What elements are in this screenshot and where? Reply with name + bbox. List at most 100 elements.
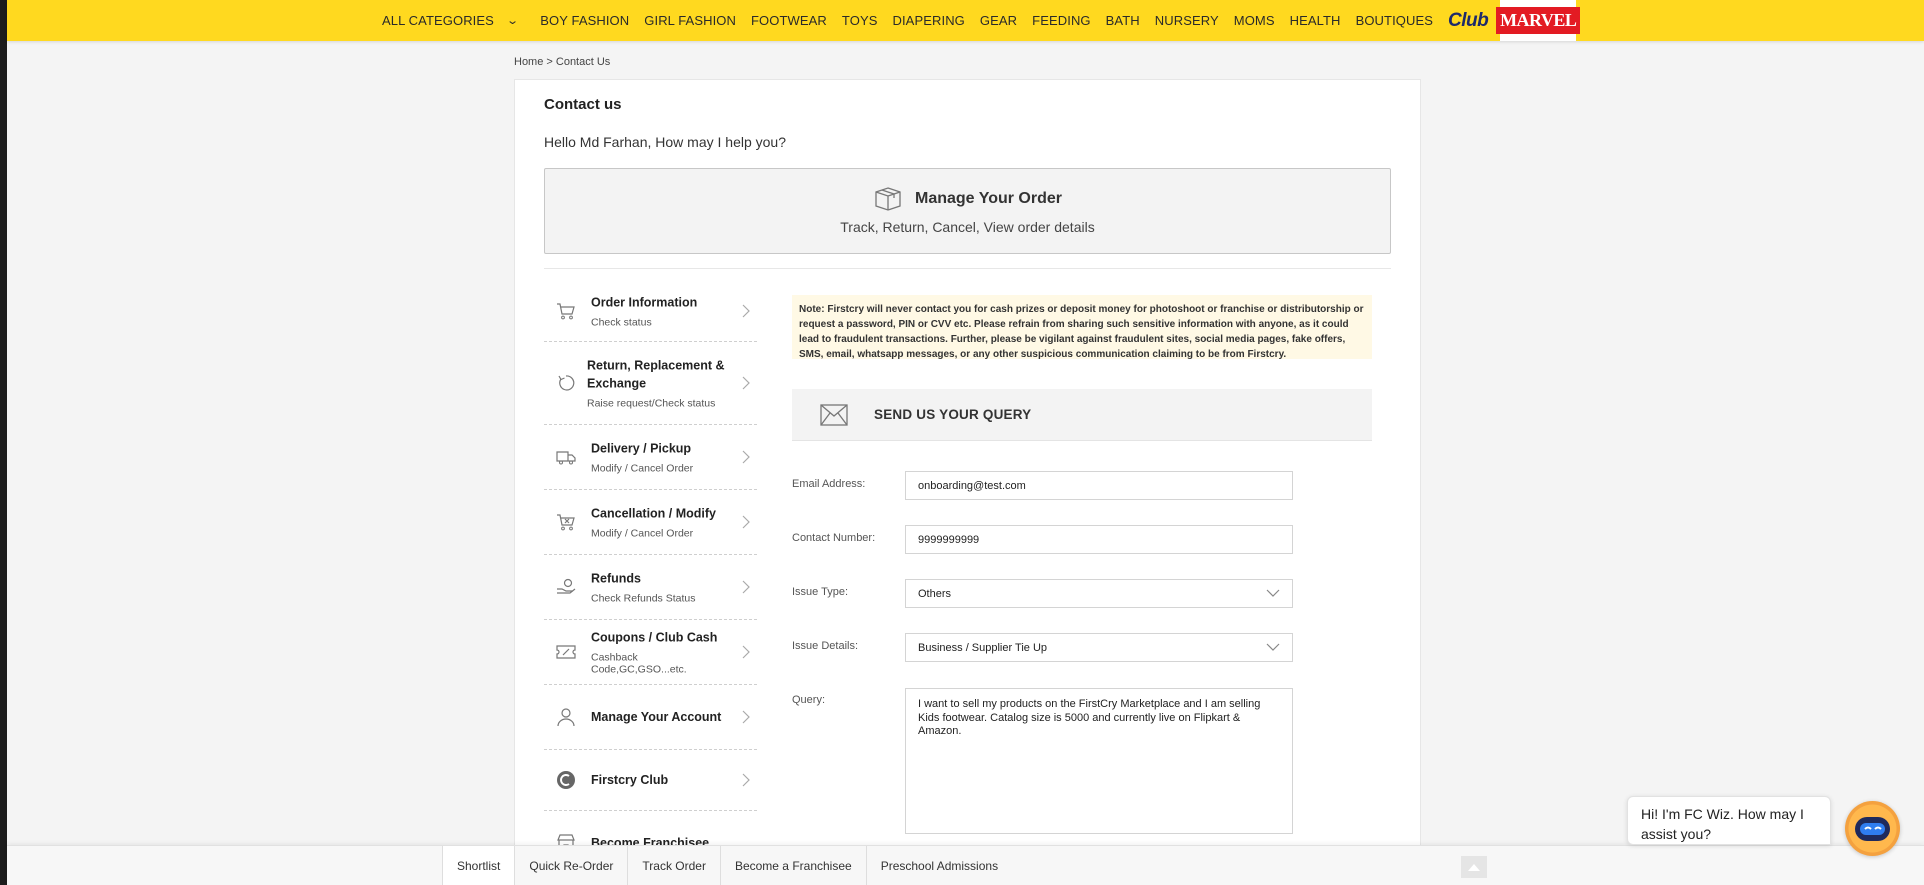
menu-item-cancellation-modify[interactable]: Cancellation / Modify Modify / Cancel Or… [544,490,757,555]
menu-item-title: Cancellation / Modify [591,506,717,521]
chevron-right-icon [742,773,750,787]
menu-item-subtitle: Check Refunds Status [591,592,696,605]
scroll-to-top-button[interactable] [1461,856,1487,878]
menu-item-return-replacement[interactable]: Return, Replacement & Exchange Raise req… [544,342,757,425]
email-value: onboarding@test.com [918,479,1026,492]
track-order-link[interactable]: Track Order [628,846,721,885]
menu-item-delivery-pickup[interactable]: Delivery / Pickup Modify / Cancel Order [544,425,757,490]
quick-reorder-link[interactable]: Quick Re-Order [515,846,629,885]
contact-number-value: 9999999999 [918,533,980,546]
chevron-down-icon: ⌄ [506,15,520,27]
menu-item-subtitle: Modify / Cancel Order [591,527,694,540]
menu-item-title: Order Information [591,295,698,309]
manage-your-order-card[interactable]: Manage Your Order Track, Return, Cancel,… [544,168,1391,254]
send-query-header: SEND US YOUR QUERY [792,389,1372,441]
marvel-logo: MARVEL [1496,7,1581,34]
all-categories-label: ALL CATEGORIES [382,13,494,28]
page-title: Contact us [544,96,622,113]
issue-details-select[interactable]: Business / Supplier Tie Up [905,633,1293,662]
contact-number-label: Contact Number: [792,532,876,544]
issue-details-label: Issue Details: [792,640,859,652]
menu-item-title: Coupons / Club Cash [591,630,718,645]
chevron-right-icon [742,580,750,594]
cart-cancel-icon [557,514,575,531]
category-menu: ALL CATEGORIES ⌄ BOY FASHION GIRL FASHIO… [382,0,1581,41]
chat-bot-button[interactable] [1845,801,1900,856]
menu-item-title: Delivery / Pickup [591,441,692,456]
bottom-quick-bar: Shortlist Quick Re-Order Track Order Bec… [7,845,1924,885]
marvel-link[interactable]: MARVEL [1496,0,1581,41]
menu-item-title: Manage Your Account [591,710,722,724]
truck-icon [556,451,576,465]
club-icon [557,771,575,789]
chevron-right-icon [742,376,750,390]
help-topics-menu: Order Information Check status Return, R… [544,280,757,876]
issue-details-value: Business / Supplier Tie Up [918,641,1048,654]
manage-order-subtitle: Track, Return, Cancel, View order detail… [840,219,1095,235]
query-label: Query: [792,694,826,706]
nav-item-bath[interactable]: BATH [1106,13,1140,28]
package-icon [875,187,901,211]
menu-item-coupons-club-cash[interactable]: Coupons / Club Cash Cashback Code,GC,GSO… [544,620,757,685]
nav-item-health[interactable]: HEALTH [1290,13,1341,28]
contact-number-field[interactable]: 9999999999 [905,525,1293,554]
top-navigation: ALL CATEGORIES ⌄ BOY FASHION GIRL FASHIO… [7,0,1924,41]
menu-item-title: Firstcry Club [591,773,669,787]
shortlist-link[interactable]: Shortlist [442,846,516,885]
robot-icon [1848,804,1897,853]
menu-item-title: Return, Replacement & Exchange [587,358,725,391]
nav-item-moms[interactable]: MOMS [1234,13,1275,28]
coupon-icon [556,645,576,659]
issue-type-select[interactable]: Others [905,579,1293,608]
email-label: Email Address: [792,478,866,490]
chevron-right-icon [742,450,750,464]
envelope-icon [820,403,848,426]
nav-item-boutiques[interactable]: BOUTIQUES [1356,13,1433,28]
chevron-down-icon [1266,643,1280,651]
send-query-title: SEND US YOUR QUERY [874,407,1032,422]
menu-item-title: Refunds [591,571,641,586]
chevron-right-icon [742,304,750,317]
section-divider [544,268,1391,269]
email-field[interactable]: onboarding@test.com [905,471,1293,500]
user-icon [557,708,575,727]
chevron-right-icon [742,515,750,529]
nav-item-nursery[interactable]: NURSERY [1155,13,1219,28]
all-categories-menu[interactable]: ALL CATEGORIES ⌄ [382,13,520,28]
issue-type-value: Others [918,587,952,600]
chevron-down-icon [1266,589,1280,597]
nav-item-girl-fashion[interactable]: GIRL FASHION [644,13,736,28]
window-left-edge [0,0,7,885]
contact-panel: Contact us Hello Md Farhan, How may I he… [514,79,1421,879]
become-franchisee-link[interactable]: Become a Franchisee [721,846,867,885]
menu-item-subtitle: Raise request/Check status [587,397,716,410]
nav-item-gear[interactable]: GEAR [980,13,1017,28]
menu-item-firstcry-club[interactable]: Firstcry Club [544,750,757,811]
menu-item-subtitle: Modify / Cancel Order [591,462,694,475]
caret-up-icon [1468,863,1480,871]
menu-item-subtitle: Check status [591,316,652,328]
preschool-admissions-link[interactable]: Preschool Admissions [867,846,1012,885]
cart-icon [557,302,575,319]
issue-type-label: Issue Type: [792,586,849,598]
nav-item-footwear[interactable]: FOOTWEAR [751,13,827,28]
club-logo[interactable]: Club [1448,10,1489,32]
manage-order-title: Manage Your Order [915,190,1062,207]
nav-item-toys[interactable]: TOYS [842,13,878,28]
query-value: I want to sell my products on the FirstC… [918,698,1261,737]
menu-item-manage-account[interactable]: Manage Your Account [544,685,757,750]
menu-item-order-information[interactable]: Order Information Check status [544,280,757,342]
chat-greeting-bubble[interactable]: Hi! I'm FC Wiz. How may I assist you? [1627,796,1831,845]
nav-item-feeding[interactable]: FEEDING [1032,13,1090,28]
return-icon [558,375,575,391]
nav-item-boy-fashion[interactable]: BOY FASHION [540,13,629,28]
nav-item-diapering[interactable]: DIAPERING [892,13,964,28]
menu-item-refunds[interactable]: Refunds Check Refunds Status [544,555,757,620]
menu-item-subtitle: Cashback Code,GC,GSO...etc. [591,651,687,676]
breadcrumb[interactable]: Home > Contact Us [514,56,610,68]
security-note: Note: Firstcry will never contact you fo… [792,295,1372,360]
query-textarea[interactable]: I want to sell my products on the FirstC… [905,688,1293,834]
greeting-text: Hello Md Farhan, How may I help you? [544,134,786,150]
chevron-right-icon [742,710,750,724]
refund-icon [557,578,576,594]
